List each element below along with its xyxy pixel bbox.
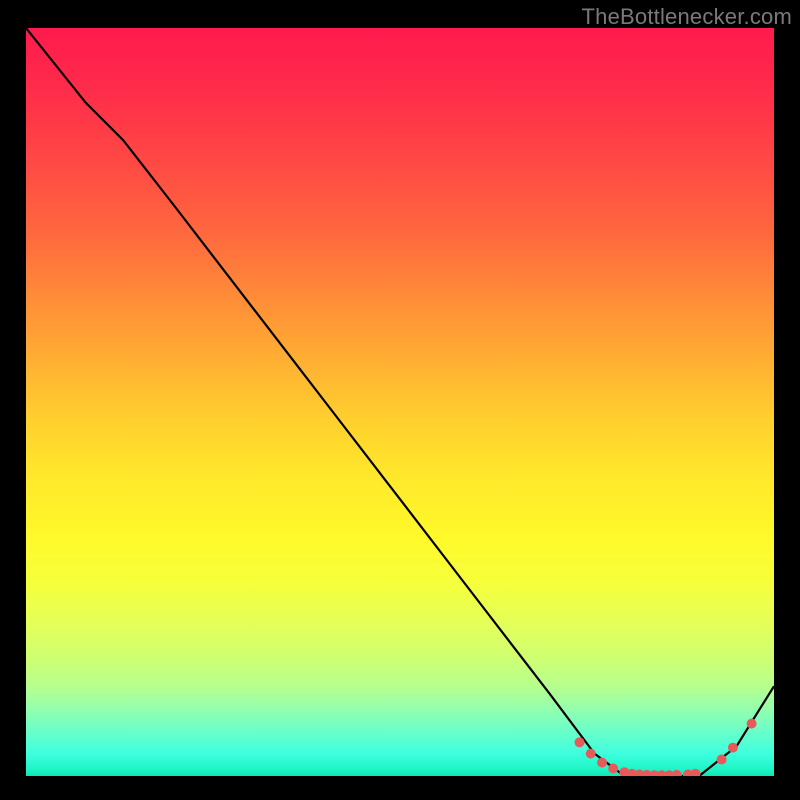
data-marker [672, 770, 682, 776]
attribution-label: TheBottlenecker.com [582, 4, 792, 30]
plot-area [26, 28, 774, 776]
data-marker [747, 719, 757, 729]
data-marker [575, 737, 585, 747]
data-marker [608, 764, 618, 774]
curve-layer [26, 28, 774, 776]
data-marker [586, 749, 596, 759]
data-marker [717, 755, 727, 765]
data-marker [728, 743, 738, 753]
chart-frame: TheBottlenecker.com [0, 0, 800, 800]
data-marker [597, 758, 607, 768]
data-marker [691, 769, 701, 776]
bottleneck-curve [26, 28, 774, 776]
